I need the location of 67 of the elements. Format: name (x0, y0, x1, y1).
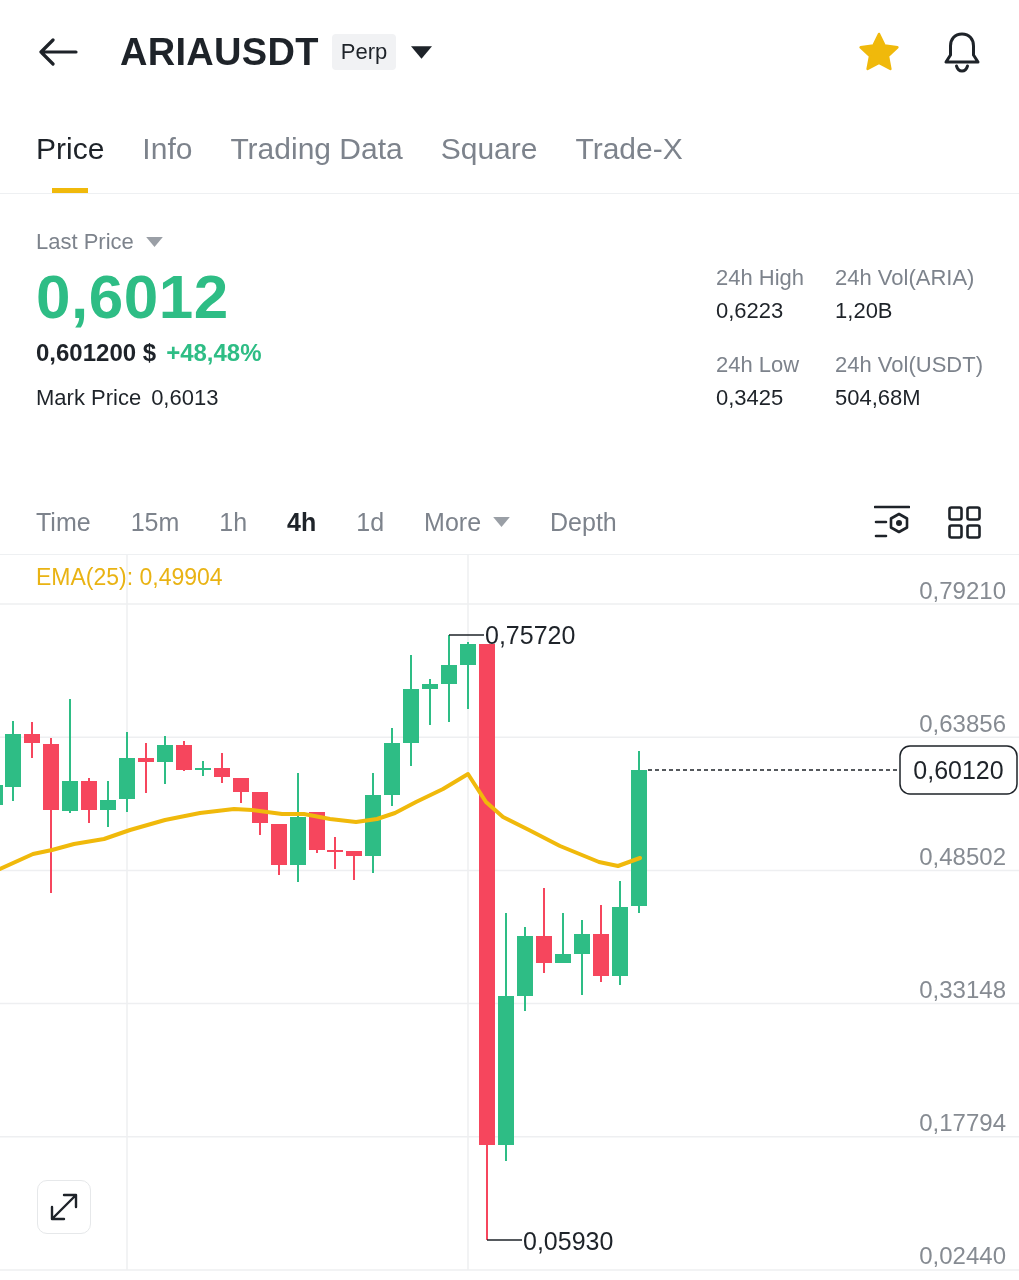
mark-price-label: Mark Price (36, 384, 142, 412)
y-axis-label: 0,63856 (919, 709, 1006, 737)
falling-candle (81, 778, 97, 823)
tab[interactable]: Trade-X (575, 104, 683, 193)
mark-price-value: 0,6013 (151, 384, 219, 412)
falling-candle (176, 741, 192, 771)
tab[interactable]: Trading Data (230, 104, 403, 193)
last-price-tag: 0,60120 (899, 745, 1018, 795)
interval-tab[interactable]: Time (36, 506, 91, 538)
falling-candle (233, 778, 249, 803)
symbol-title: ARIAUSDT (120, 30, 319, 74)
tab[interactable]: Info (142, 104, 193, 193)
stat-label: 24h Vol(ARIA) (835, 264, 976, 292)
rising-candle (460, 642, 476, 709)
expand-icon (48, 1191, 80, 1223)
price-type-dropdown[interactable]: Last Price (36, 228, 163, 256)
falling-candle (271, 824, 287, 875)
stat-value: 0,3425 (715, 384, 785, 412)
rising-candle (555, 913, 571, 963)
price-change-percent: +48,48% (166, 338, 262, 368)
stat-value: 504,68M (835, 384, 922, 412)
rising-candle (100, 781, 116, 827)
caret-icon (145, 237, 163, 247)
grid-icon[interactable] (948, 505, 981, 539)
y-axis-label: 0,17794 (919, 1109, 1006, 1137)
rising-candle (195, 761, 211, 776)
falling-candle (346, 851, 362, 880)
rising-candle (0, 785, 3, 805)
y-axis-label: 0,02440 (919, 1241, 1006, 1269)
caret-icon (493, 517, 511, 527)
stat-value: 0,6223 (715, 297, 785, 325)
low-price-label: 0,05930 (523, 1227, 614, 1255)
high-price-leader (448, 634, 485, 636)
bell-icon[interactable] (943, 31, 981, 73)
interval-tab[interactable]: 4h (287, 506, 317, 538)
tab[interactable]: Square (440, 104, 538, 193)
falling-candle (327, 837, 343, 869)
interval-tab[interactable]: Depth (550, 506, 617, 538)
interval-tab[interactable]: 1h (219, 506, 248, 538)
stat-value: 1,20B (835, 297, 894, 325)
rising-candle (422, 679, 438, 725)
indicator-settings-icon[interactable] (874, 505, 910, 539)
stat-label: 24h Low (715, 351, 801, 379)
interval-tab[interactable]: 1d (356, 506, 385, 538)
more-dropdown[interactable]: More (424, 506, 511, 538)
falling-candle (252, 792, 268, 835)
falling-candle (138, 743, 154, 793)
tab[interactable]: Price (36, 104, 105, 193)
usd-price: 0,601200 $ (36, 338, 157, 368)
high-price-label: 0,75720 (485, 621, 576, 649)
symbol-dropdown-caret-icon[interactable] (411, 45, 433, 59)
fullscreen-button[interactable] (37, 1180, 91, 1234)
low-price-leader (486, 1239, 523, 1241)
stat-label: 24h Vol(USDT) (835, 351, 983, 379)
y-axis-label: 0,79210 (919, 576, 1006, 604)
interval-tab[interactable]: 15m (130, 506, 180, 538)
y-axis-label: 0,48502 (919, 842, 1006, 870)
stat-label: 24h High (715, 264, 805, 292)
back-arrow-icon[interactable] (38, 38, 78, 66)
favorite-star-icon[interactable] (858, 32, 900, 72)
falling-candle (214, 753, 230, 783)
falling-candle (24, 722, 40, 758)
rising-candle (157, 736, 173, 784)
y-axis-label: 0,33148 (919, 976, 1006, 1004)
ema-indicator-label: EMA(25): 0,49904 (36, 564, 223, 590)
last-price: 0,6012 (36, 265, 229, 329)
contract-type-badge: Perp (331, 34, 397, 70)
